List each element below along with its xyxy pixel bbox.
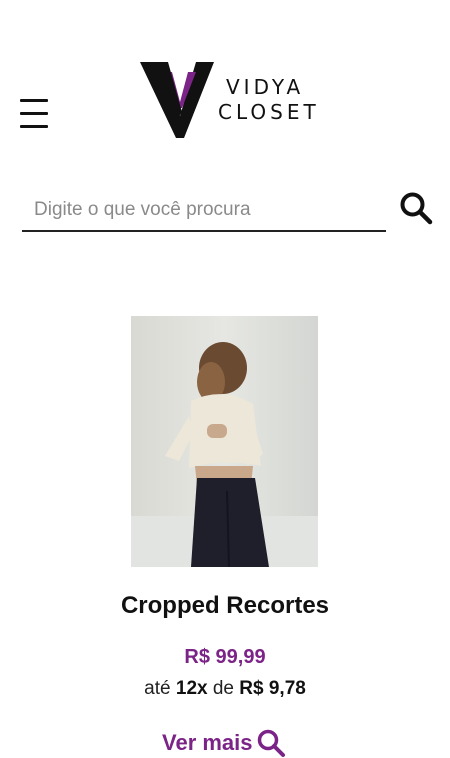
menu-bar (20, 112, 48, 115)
installments-prefix: até (144, 678, 171, 699)
search-icon[interactable] (399, 191, 433, 225)
menu-bar (20, 99, 48, 102)
logo-v-mark (140, 62, 214, 138)
logo-word-vidya: VIDYA (226, 75, 305, 99)
installments-amount: R$ 9,78 (239, 678, 306, 699)
product-price: R$ 99,99 (184, 646, 266, 668)
product-name[interactable]: Cropped Recortes (0, 592, 450, 620)
installments-middle: de (212, 678, 234, 699)
see-more-label: Ver mais (162, 730, 253, 755)
product-image[interactable] (131, 316, 318, 567)
product-photo (131, 316, 318, 567)
installments-count: 12x (175, 678, 208, 699)
hamburger-menu-icon[interactable] (20, 99, 49, 129)
see-more-link[interactable]: Ver mais (162, 728, 286, 758)
search-icon (257, 729, 285, 757)
installments-text: até 12x de R$ 9,78 (0, 678, 450, 700)
search-input[interactable] (22, 192, 394, 228)
logo-word-closet: CLOSET (218, 100, 320, 124)
brand-logo[interactable]: VIDYA CLOSET (138, 58, 318, 142)
search-bar (22, 192, 394, 232)
menu-bar (20, 125, 48, 128)
